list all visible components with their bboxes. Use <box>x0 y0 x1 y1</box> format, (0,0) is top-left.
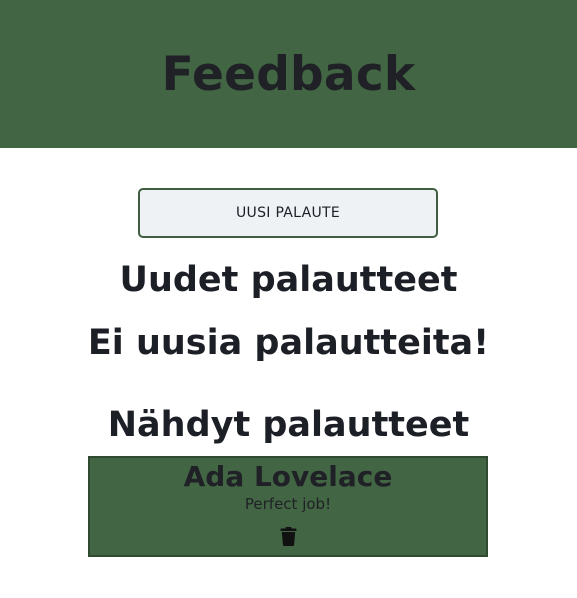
feedback-message: Perfect job! <box>244 495 332 513</box>
seen-feedback-heading: Nähdyt palautteet <box>107 405 470 445</box>
new-feedback-heading: Uudet palautteet <box>119 260 458 300</box>
trash-icon[interactable] <box>280 527 297 546</box>
app-header: Feedback <box>0 0 577 148</box>
app-title: Feedback <box>161 46 416 102</box>
no-new-feedback-message: Ei uusia palautteita! <box>87 323 490 363</box>
new-feedback-button[interactable]: UUSI PALAUTE <box>138 188 438 238</box>
feedback-author: Ada Lovelace <box>183 460 393 493</box>
feedback-card: Ada Lovelace Perfect job! <box>88 456 488 557</box>
